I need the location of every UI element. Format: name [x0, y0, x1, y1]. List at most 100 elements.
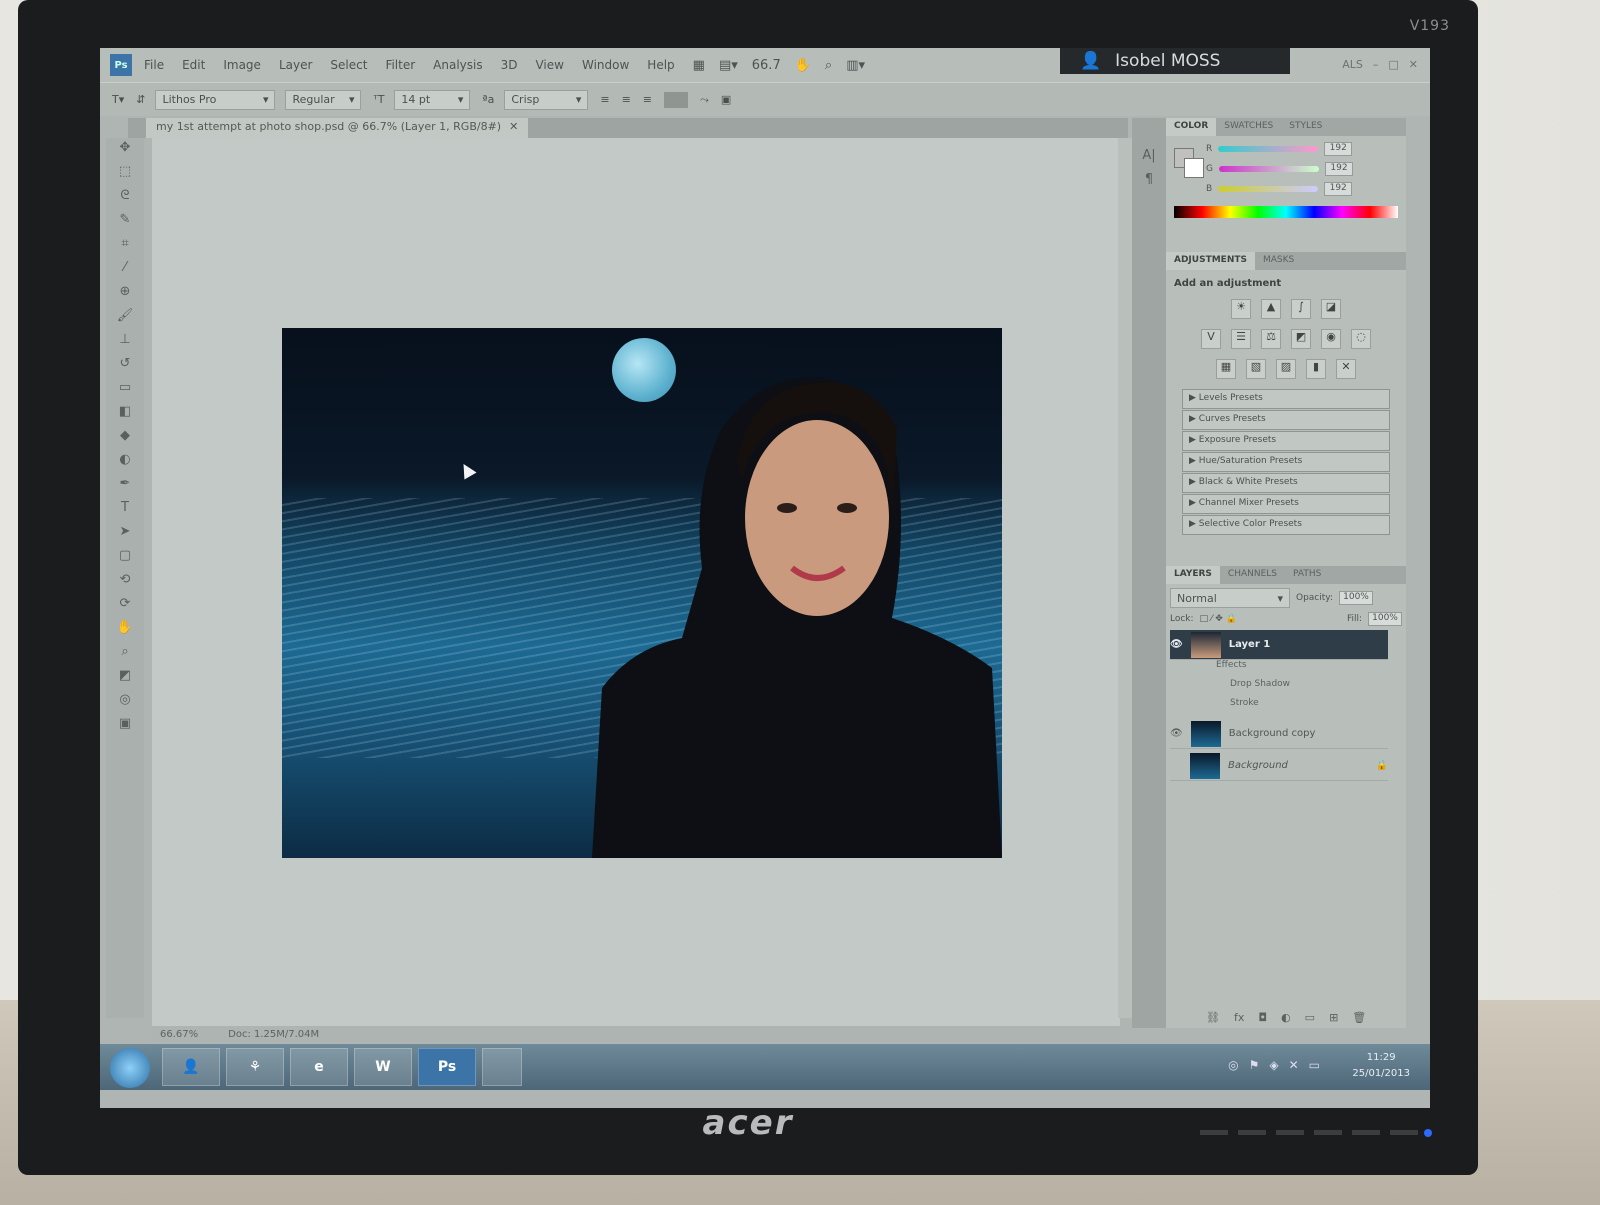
menu-edit[interactable]: Edit — [182, 58, 205, 72]
tab-masks[interactable]: MASKS — [1255, 252, 1302, 270]
clone-stamp-tool-icon[interactable]: ⊥ — [112, 332, 138, 354]
menu-help[interactable]: Help — [647, 58, 674, 72]
add-mask-icon[interactable]: ◘ — [1258, 1011, 1267, 1024]
close-tab-icon[interactable]: ✕ — [509, 120, 518, 136]
red-slider[interactable] — [1218, 146, 1319, 152]
path-select-tool-icon[interactable]: ➤ — [112, 524, 138, 546]
black-white-icon[interactable]: ◩ — [1291, 329, 1311, 349]
preset-item[interactable]: ▶ Exposure Presets — [1182, 431, 1390, 451]
quick-select-tool-icon[interactable]: ✎ — [112, 212, 138, 234]
antialias-select[interactable]: Crisp ▾ — [504, 89, 589, 110]
marquee-tool-icon[interactable]: ⬚ — [112, 164, 138, 186]
type-tool-button-icon[interactable]: T — [112, 500, 138, 522]
vibrance-icon[interactable]: V — [1201, 329, 1221, 349]
effect-drop-shadow[interactable]: Drop Shadow — [1230, 679, 1406, 698]
gradient-map-icon[interactable]: ▮ — [1306, 359, 1326, 379]
tab-color[interactable]: COLOR — [1166, 118, 1217, 136]
preset-item[interactable]: ▶ Levels Presets — [1182, 389, 1390, 409]
tab-channels[interactable]: CHANNELS — [1220, 566, 1285, 584]
hand-tool-icon[interactable]: ✋ — [795, 58, 811, 73]
dodge-tool-icon[interactable]: ◐ — [112, 452, 138, 474]
font-family-select[interactable]: Lithos Pro ▾ — [155, 89, 276, 110]
green-value[interactable]: 192 — [1324, 162, 1353, 176]
photo-filter-icon[interactable]: ◉ — [1321, 329, 1341, 349]
tab-layers[interactable]: LAYERS — [1166, 566, 1220, 584]
screen-mode-button-icon[interactable]: ▣ — [112, 716, 138, 738]
type-tool-icon[interactable]: T▾ — [112, 93, 124, 106]
orientation-icon[interactable]: ⇵ — [136, 93, 145, 106]
clock[interactable]: 11:29 25/01/2013 — [1352, 1050, 1410, 1082]
history-brush-tool-icon[interactable]: ↺ — [112, 356, 138, 378]
effect-stroke[interactable]: Stroke — [1230, 698, 1406, 717]
visibility-eye-icon[interactable]: 👁 — [1170, 639, 1183, 650]
effects-row[interactable]: Effects — [1216, 660, 1406, 679]
tab-swatches[interactable]: SWATCHES — [1216, 118, 1281, 136]
preset-item[interactable]: ▶ Black & White Presets — [1182, 473, 1390, 493]
brightness-contrast-icon[interactable]: ☀ — [1231, 299, 1251, 319]
menu-analysis[interactable]: Analysis — [433, 58, 482, 72]
shape-tool-icon[interactable]: ▢ — [112, 548, 138, 570]
blend-mode-select[interactable]: Normal ▾ — [1170, 588, 1290, 608]
pen-tool-icon[interactable]: ✒ — [112, 476, 138, 498]
quick-mask-icon[interactable]: ◎ — [112, 692, 138, 714]
background-color-swatch[interactable] — [1184, 158, 1204, 178]
close-icon[interactable]: ✕ — [1409, 58, 1418, 71]
tray-icon[interactable]: ◈ — [1269, 1058, 1278, 1072]
threshold-icon[interactable]: ▨ — [1276, 359, 1296, 379]
menu-filter[interactable]: Filter — [385, 58, 415, 72]
tab-paths[interactable]: PATHS — [1285, 566, 1329, 584]
screen-mode-icon[interactable]: ▤▾ — [719, 58, 738, 73]
align-center-icon[interactable]: ≡ — [622, 93, 631, 106]
green-slider[interactable] — [1218, 166, 1319, 172]
blur-tool-icon[interactable]: ◆ — [112, 428, 138, 450]
preset-item[interactable]: ▶ Channel Mixer Presets — [1182, 494, 1390, 514]
menu-file[interactable]: File — [144, 58, 164, 72]
curves-icon[interactable]: ∫ — [1291, 299, 1311, 319]
red-value[interactable]: 192 — [1324, 142, 1353, 156]
invert-icon[interactable]: ▦ — [1216, 359, 1236, 379]
crop-tool-icon[interactable]: ⌗ — [112, 236, 138, 258]
preset-item[interactable]: ▶ Curves Presets — [1182, 410, 1390, 430]
channel-mixer-icon[interactable]: ◌ — [1351, 329, 1371, 349]
menu-image[interactable]: Image — [223, 58, 261, 72]
taskbar-blank-icon[interactable] — [482, 1048, 522, 1086]
gradient-tool-icon[interactable]: ◧ — [112, 404, 138, 426]
move-tool-icon[interactable]: ✥ — [112, 140, 138, 162]
menu-select[interactable]: Select — [330, 58, 367, 72]
warp-text-icon[interactable]: ⤳ — [700, 93, 709, 107]
menu-3d[interactable]: 3D — [501, 58, 518, 72]
canvas-area[interactable] — [152, 138, 1120, 1028]
blue-slider[interactable] — [1218, 186, 1319, 192]
preset-item[interactable]: ▶ Hue/Saturation Presets — [1182, 452, 1390, 472]
color-swatches-icon[interactable]: ◩ — [112, 668, 138, 690]
blue-value[interactable]: 192 — [1324, 182, 1353, 196]
visibility-eye-icon[interactable]: 👁 — [1170, 728, 1183, 739]
new-layer-icon[interactable]: ⊞ — [1329, 1011, 1338, 1024]
paragraph-icon[interactable]: ¶ — [1136, 172, 1162, 194]
menu-view[interactable]: View — [535, 58, 563, 72]
minimize-icon[interactable]: – — [1373, 58, 1379, 71]
lock-icons[interactable]: □ ⁄ ✥ 🔒 — [1200, 614, 1237, 624]
fx-icon[interactable]: fx — [1234, 1011, 1244, 1024]
internet-explorer-icon[interactable]: e — [290, 1048, 348, 1086]
delete-layer-icon[interactable]: 🗑 — [1352, 1011, 1366, 1024]
workspace-switcher[interactable]: ALS — [1342, 58, 1363, 71]
character-icon[interactable]: A| — [1136, 148, 1162, 170]
bridge-icon[interactable]: ▦ — [693, 58, 705, 73]
brush-tool-icon[interactable]: 🖌 — [112, 308, 138, 330]
taskbar-user-icon[interactable]: 👤 — [162, 1048, 220, 1086]
adjustment-layer-icon[interactable]: ◐ — [1281, 1011, 1291, 1024]
layer-row-layer-1[interactable]: 👁 Layer 1 — [1170, 630, 1388, 660]
color-spectrum[interactable] — [1174, 206, 1398, 218]
align-right-icon[interactable]: ≡ — [643, 93, 652, 106]
eyedropper-tool-icon[interactable]: ⁄ — [112, 260, 138, 282]
opacity-input[interactable]: 100% — [1339, 591, 1373, 605]
tray-icon[interactable]: ◎ — [1228, 1058, 1238, 1072]
eraser-tool-icon[interactable]: ▭ — [112, 380, 138, 402]
healing-tool-icon[interactable]: ⊕ — [112, 284, 138, 306]
exposure-icon[interactable]: ◪ — [1321, 299, 1341, 319]
maximize-icon[interactable]: □ — [1388, 58, 1398, 71]
menu-window[interactable]: Window — [582, 58, 629, 72]
layer-row-background[interactable]: Background 🔒 — [1170, 751, 1388, 781]
3d-rotate-tool-icon[interactable]: ⟲ — [112, 572, 138, 594]
